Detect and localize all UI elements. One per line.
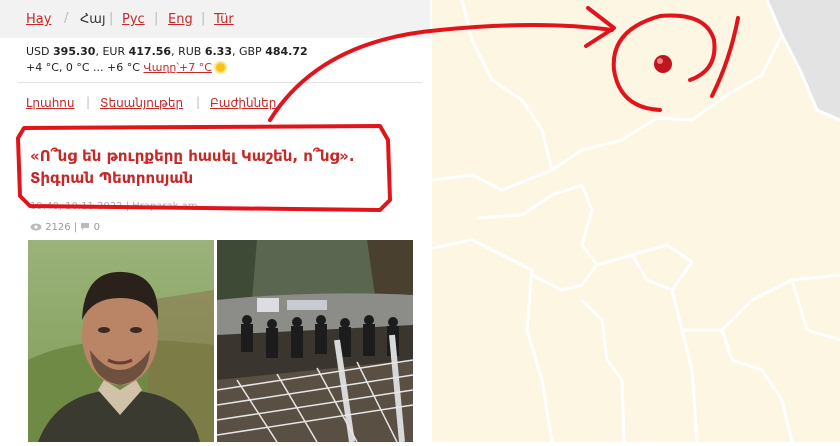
sun-icon <box>215 63 225 72</box>
gbp-label: GBP <box>238 45 262 58</box>
eur-label: EUR <box>102 45 126 58</box>
weather-temps: +4 °C, 0 °C ... +6 °C <box>26 61 140 74</box>
gbp-rate: 484.72 <box>265 45 308 58</box>
lang-hay[interactable]: Հայ <box>80 12 106 27</box>
weather-line: +4 °C, 0 °C ... +6 °C Վաղը՝+7 °C <box>26 61 225 74</box>
views-count: 2126 <box>45 222 71 233</box>
rub-label: RUB <box>178 45 202 58</box>
lang-separator: | <box>201 11 206 26</box>
article-title[interactable]: «Ո՞նց են թուրքերը հասել Կաշեն, ո՞նց». Տի… <box>30 145 380 189</box>
nav-news[interactable]: Լրահոս <box>26 96 75 110</box>
nav-separator: | <box>196 95 201 109</box>
language-bar: Hay / Հայ | Рус | Eng | Tür <box>0 0 430 38</box>
location-marker <box>654 55 672 73</box>
border-crowd-photo <box>217 240 413 442</box>
lang-separator: | <box>154 11 159 26</box>
lang-rus[interactable]: Рус <box>122 12 145 27</box>
article-date: 19:40, 10.11.2022 | Hraparak.am <box>30 201 198 212</box>
lang-eng[interactable]: Eng <box>168 12 193 27</box>
lang-hay-latin[interactable]: Hay <box>26 12 51 27</box>
lang-separator: / <box>64 11 69 26</box>
eur-rate: 417.56 <box>128 45 172 58</box>
nav-separator: | <box>86 95 91 109</box>
divider <box>18 82 422 83</box>
nav-videos[interactable]: Տեսանյութեր <box>100 96 183 110</box>
eye-icon <box>30 223 42 231</box>
article-stats: 2126 | 0 <box>30 222 100 233</box>
comments-count: 0 <box>93 222 100 233</box>
lang-separator: | <box>109 11 114 26</box>
comment-icon <box>81 223 90 230</box>
nav-sections[interactable]: Բաժիններ <box>210 96 276 110</box>
map-panel <box>431 0 840 443</box>
news-screenshot: Hay / Հայ | Рус | Eng | Tür USD 395.30, … <box>0 0 430 442</box>
usd-label: USD <box>26 45 50 58</box>
lang-tur[interactable]: Tür <box>214 12 234 27</box>
exchange-rates: USD 395.30, EUR 417.56, RUB 6.33, GBP 48… <box>26 45 308 58</box>
rub-rate: 6.33 <box>204 45 232 58</box>
portrait-photo <box>28 240 214 442</box>
weather-tomorrow-link[interactable]: Վաղը՝+7 °C <box>143 61 211 74</box>
usd-rate: 395.30 <box>53 45 96 58</box>
